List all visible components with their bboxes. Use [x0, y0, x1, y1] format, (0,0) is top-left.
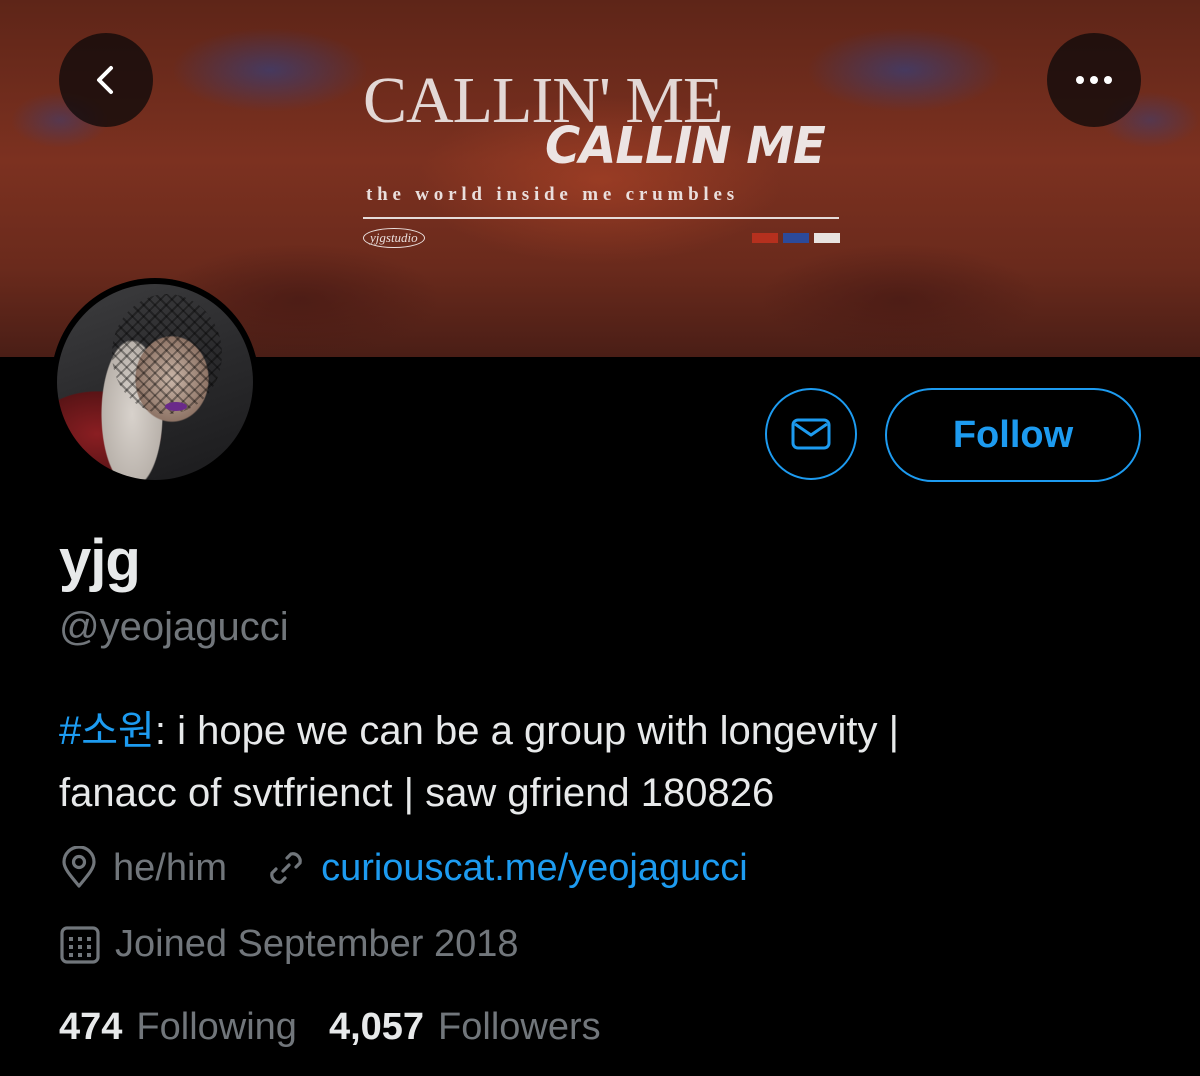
more-horizontal-icon	[1076, 76, 1112, 84]
calendar-icon	[60, 925, 100, 964]
joined-date-text: Joined September 2018	[115, 923, 519, 965]
more-options-button[interactable]	[1047, 33, 1141, 127]
banner-logo: yjgstudio	[363, 228, 425, 248]
chevron-left-icon	[97, 66, 113, 94]
location-pin-icon	[62, 846, 96, 888]
back-button[interactable]	[59, 33, 153, 127]
link-icon	[270, 852, 302, 884]
mail-icon	[791, 418, 831, 450]
followers-count: 4,057	[328, 1006, 425, 1048]
website-link[interactable]: curiouscat.me/yeojagucci	[321, 847, 748, 890]
banner-swatch-blue	[783, 233, 809, 243]
message-button[interactable]	[765, 388, 857, 480]
bio-text-line2: fanacc of svtfrienct | saw gfriend 18082…	[59, 771, 775, 815]
bio-hashtag-link[interactable]: #소원	[59, 709, 155, 753]
joined-item: Joined September 2018	[59, 923, 519, 966]
profile-meta-row: he/him curiouscat.me/yeojagucci	[59, 846, 748, 890]
joined-row: Joined September 2018	[59, 923, 519, 966]
followers-stat[interactable]: 4,057 Followers	[329, 1006, 601, 1049]
follow-button[interactable]: Follow	[885, 388, 1141, 482]
avatar[interactable]	[51, 278, 259, 486]
location-item: he/him	[59, 846, 227, 890]
following-stat[interactable]: 474 Following	[59, 1006, 297, 1049]
bio-text-line1: : i hope we can be a group with longevit…	[154, 709, 900, 753]
following-count: 474	[59, 1006, 123, 1048]
location-text: he/him	[113, 846, 228, 889]
profile-bio: #소원: i hope we can be a group with longe…	[59, 700, 1149, 824]
followers-label: Followers	[438, 1006, 601, 1048]
banner-swatch-red	[752, 233, 778, 243]
banner-subtitle: CALLIN ME	[545, 116, 826, 176]
banner-divider	[363, 217, 839, 219]
banner-tagline: the world inside me crumbles	[366, 184, 739, 205]
following-label: Following	[136, 1006, 297, 1048]
display-name: yjg	[59, 528, 141, 593]
banner-swatch-white	[814, 233, 840, 243]
follow-stats: 474 Following 4,057 Followers	[59, 1006, 633, 1049]
website-item[interactable]: curiouscat.me/yeojagucci	[265, 847, 748, 890]
username-handle: @yeojagucci	[59, 605, 289, 649]
avatar-image	[57, 284, 253, 480]
